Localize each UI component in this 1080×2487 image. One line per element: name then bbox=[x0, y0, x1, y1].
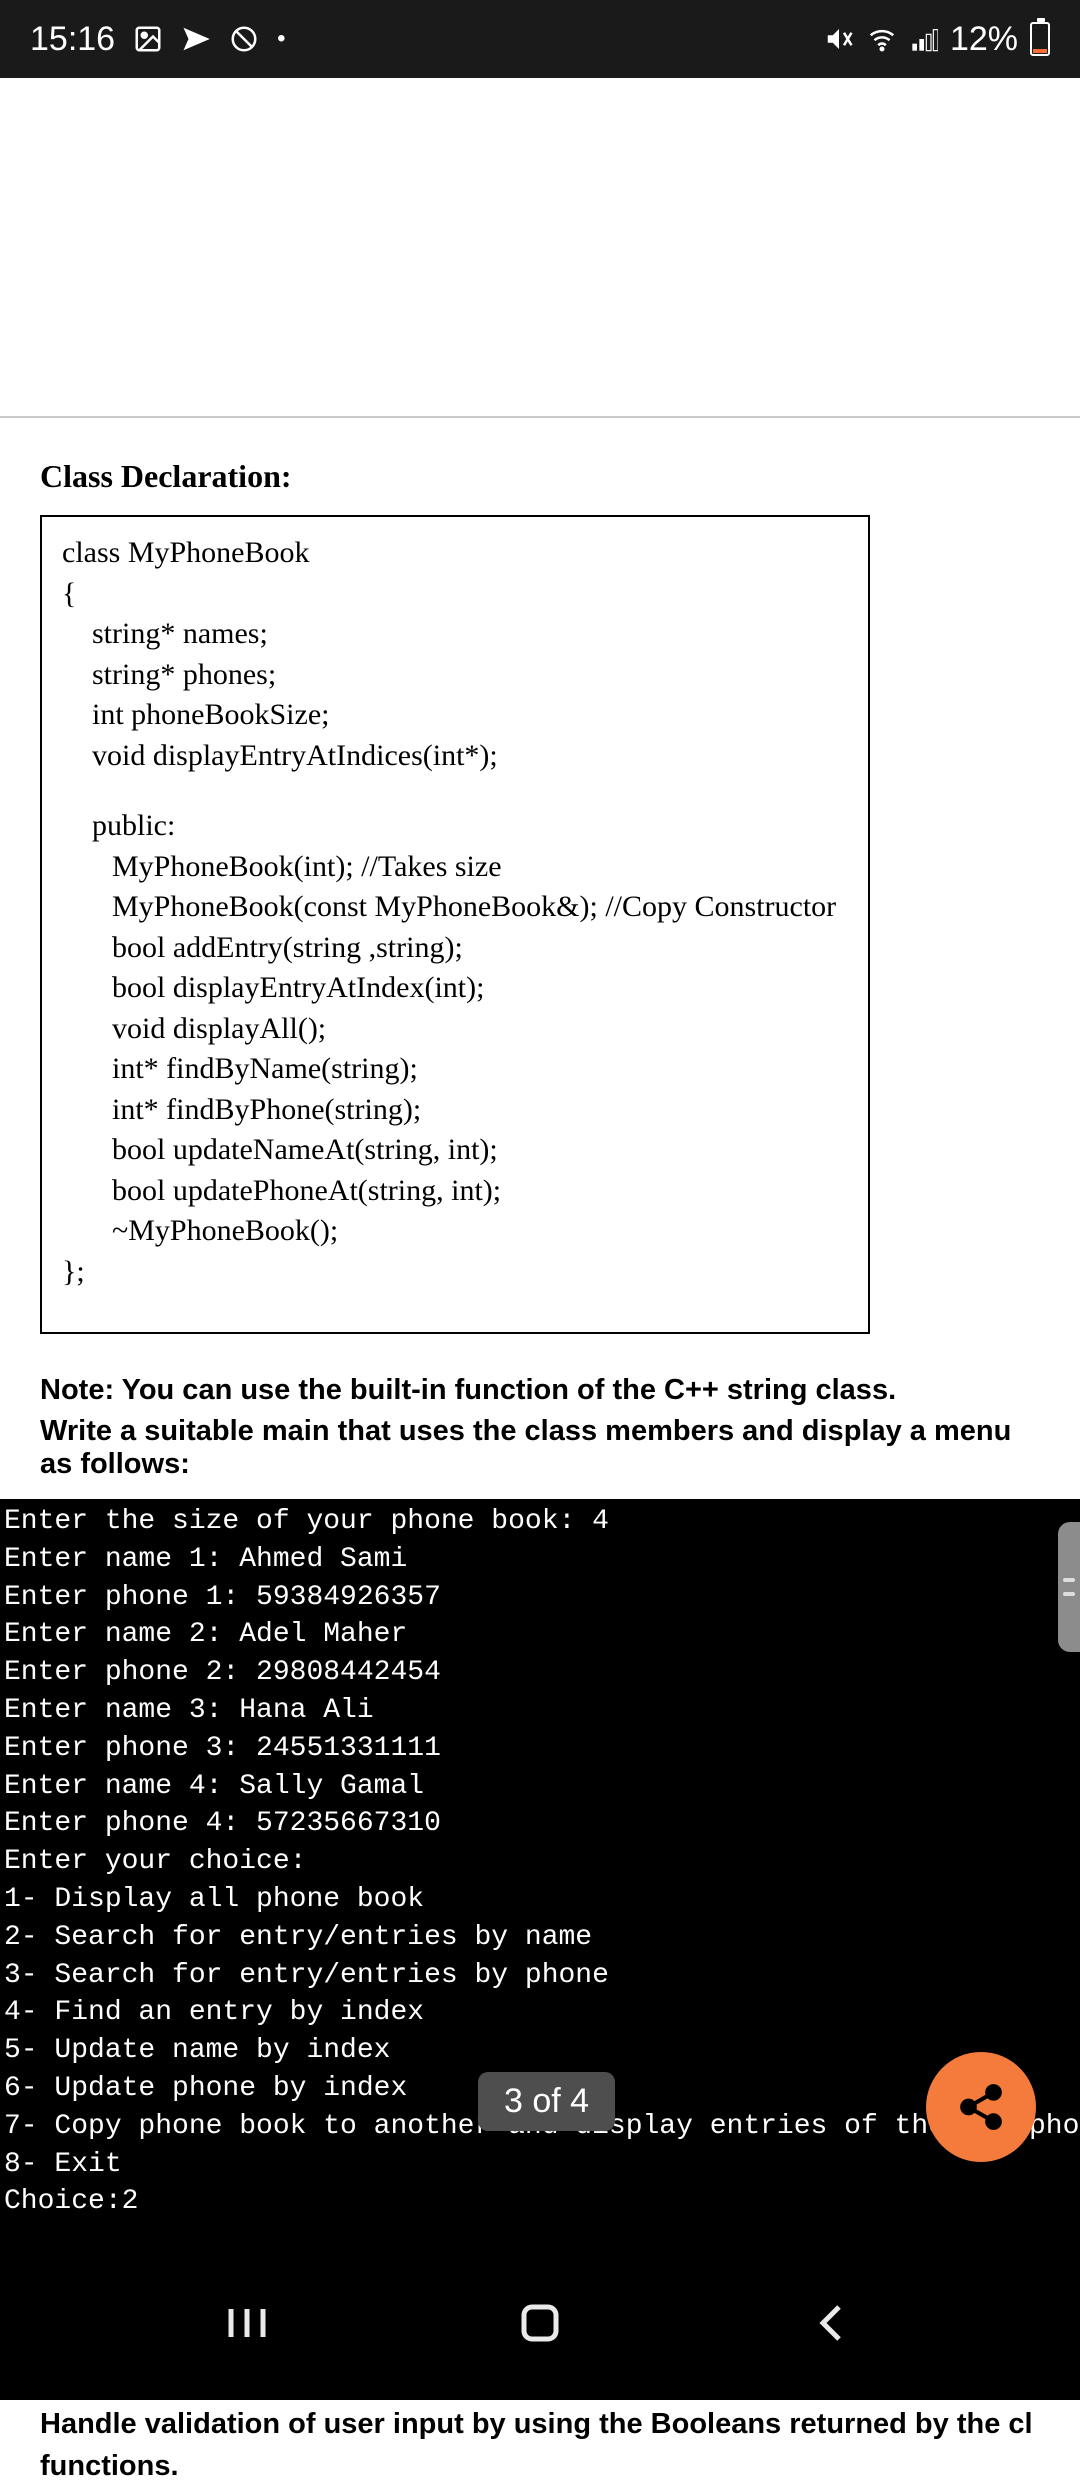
code-line: string* phones; bbox=[62, 655, 848, 696]
code-line: public: bbox=[62, 806, 848, 847]
battery-icon bbox=[1030, 22, 1050, 56]
code-line: { bbox=[62, 574, 848, 615]
code-line: string* names; bbox=[62, 614, 848, 655]
terminal-output: Enter the size of your phone book: 4 Ent… bbox=[0, 1499, 1080, 2251]
code-line: class MyPhoneBook bbox=[62, 533, 848, 574]
dot-icon: • bbox=[277, 25, 285, 53]
status-right: 12% bbox=[824, 20, 1050, 59]
code-line: int* findByName(string); bbox=[62, 1049, 848, 1090]
code-line: MyPhoneBook(int); //Takes size bbox=[62, 847, 848, 888]
edge-panel-handle[interactable] bbox=[1058, 1522, 1080, 1652]
code-line: int phoneBookSize; bbox=[62, 695, 848, 736]
blank-header-area bbox=[0, 78, 1080, 418]
status-time: 15:16 bbox=[30, 20, 115, 59]
no-disturb-icon bbox=[229, 24, 259, 54]
image-icon bbox=[133, 24, 163, 54]
code-line: }; bbox=[62, 1252, 848, 1293]
footer-line: functions. bbox=[40, 2445, 1040, 2487]
code-line: int* findByPhone(string); bbox=[62, 1090, 848, 1131]
share-button[interactable] bbox=[926, 2052, 1036, 2162]
code-line: bool updateNameAt(string, int); bbox=[62, 1130, 848, 1171]
footer-line: Handle validation of user input by using… bbox=[40, 2403, 1040, 2445]
signal-icon bbox=[910, 25, 938, 53]
share-icon bbox=[956, 2082, 1006, 2132]
code-line: bool updatePhoneAt(string, int); bbox=[62, 1171, 848, 1212]
code-line: void displayAll(); bbox=[62, 1009, 848, 1050]
navigation-bar bbox=[0, 2250, 1080, 2400]
recents-button[interactable] bbox=[223, 2299, 271, 2352]
status-left: 15:16 • bbox=[30, 20, 286, 59]
instruction-text: Write a suitable main that uses the clas… bbox=[40, 1415, 1040, 1481]
code-line: bool displayEntryAtIndex(int); bbox=[62, 968, 848, 1009]
note-text: Note: You can use the built-in function … bbox=[40, 1374, 1040, 1407]
status-bar: 15:16 • 12% bbox=[0, 0, 1080, 78]
battery-percent: 12% bbox=[950, 20, 1018, 59]
code-line: void displayEntryAtIndices(int*); bbox=[62, 736, 848, 777]
code-line: ~MyPhoneBook(); bbox=[62, 1211, 848, 1252]
wifi-icon bbox=[866, 24, 898, 54]
document-content[interactable]: Class Declaration: class MyPhoneBook { s… bbox=[0, 418, 1080, 2487]
code-line: MyPhoneBook(const MyPhoneBook&); //Copy … bbox=[62, 887, 848, 928]
back-button[interactable] bbox=[809, 2299, 857, 2352]
mute-icon bbox=[824, 24, 854, 54]
page-indicator: 3 of 4 bbox=[478, 2072, 615, 2131]
send-icon bbox=[181, 24, 211, 54]
code-line: bool addEntry(string ,string); bbox=[62, 928, 848, 969]
home-button[interactable] bbox=[516, 2299, 564, 2352]
section-heading: Class Declaration: bbox=[40, 458, 1040, 495]
code-block: class MyPhoneBook { string* names; strin… bbox=[40, 515, 870, 1334]
